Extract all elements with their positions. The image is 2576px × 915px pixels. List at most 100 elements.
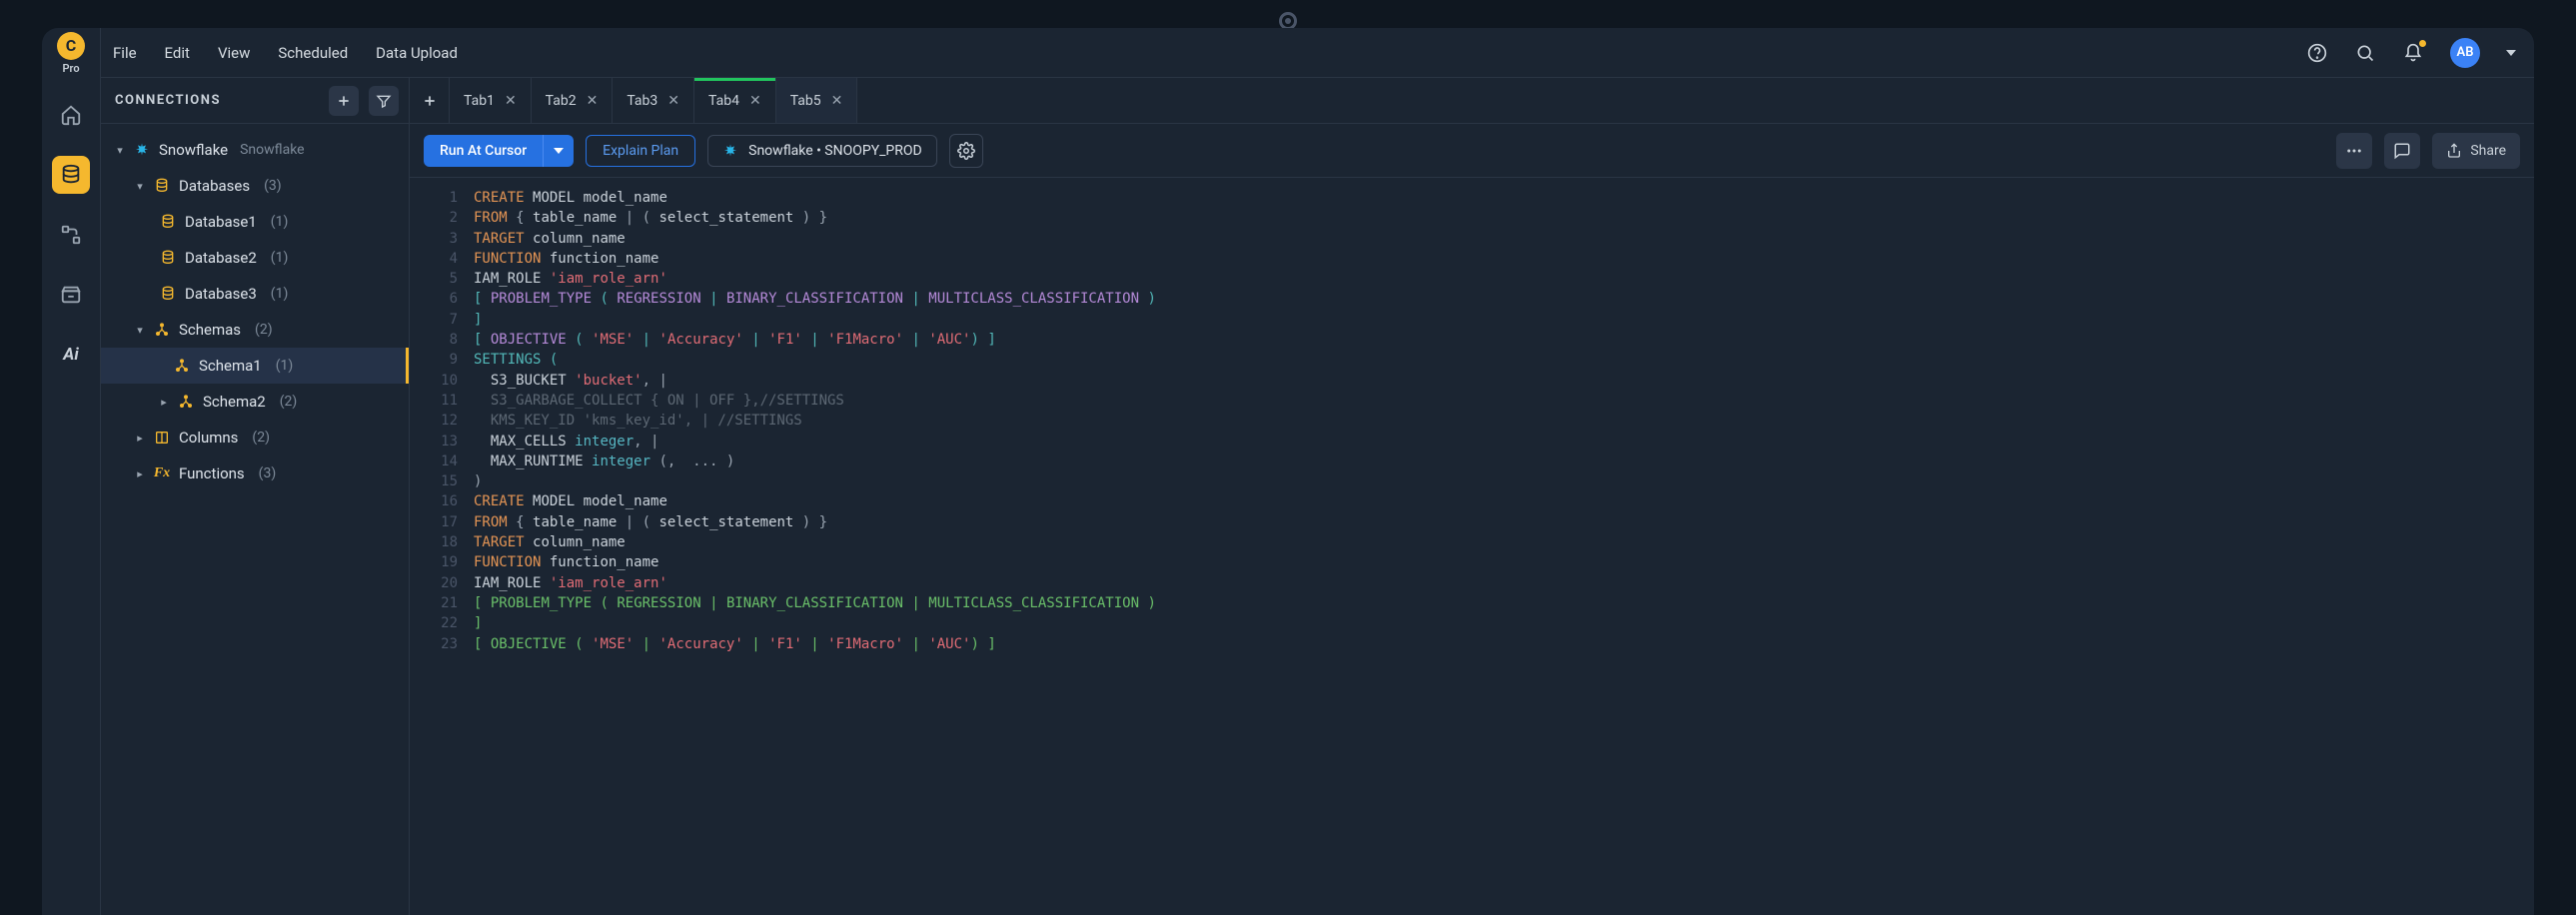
logo-cell: C Pro — [42, 28, 100, 78]
item-count: (1) — [271, 214, 289, 230]
query-settings-button[interactable] — [949, 134, 983, 168]
connections-sidebar: CONNECTIONS ▾ Snowflake — [100, 78, 410, 915]
help-icon[interactable] — [2306, 42, 2328, 64]
share-label: Share — [2470, 143, 2506, 159]
tree-group-functions[interactable]: ▸ Fx Functions (3) — [101, 456, 409, 491]
menu-file[interactable]: File — [113, 44, 137, 62]
tab-label: Tab1 — [464, 93, 495, 109]
close-icon[interactable]: ✕ — [667, 93, 679, 109]
run-at-cursor-button[interactable]: Run At Cursor — [424, 135, 543, 167]
tree-item-database2[interactable]: Database2 (1) — [101, 240, 409, 276]
functions-icon: Fx — [153, 464, 171, 482]
chevron-down-icon: ▾ — [135, 324, 145, 337]
menu-view[interactable]: View — [218, 44, 250, 62]
user-avatar[interactable]: AB — [2450, 38, 2480, 68]
connection-tree: ▾ Snowflake Snowflake ▾ Databases (3) — [101, 124, 409, 915]
sidebar-header: CONNECTIONS — [101, 78, 409, 124]
tab-label: Tab5 — [790, 93, 821, 109]
toolbar-right: Share — [2336, 133, 2520, 169]
top-bar: C Pro File Edit View Scheduled Data Uplo… — [42, 28, 2534, 78]
tab-5[interactable]: Tab5 ✕ — [776, 78, 858, 123]
tree-group-schemas[interactable]: ▾ Schemas (2) — [101, 312, 409, 348]
rail-pipelines[interactable] — [52, 216, 90, 254]
run-dropdown-button[interactable] — [543, 135, 574, 167]
menu-edit[interactable]: Edit — [165, 44, 190, 62]
menu-scheduled[interactable]: Scheduled — [278, 44, 348, 62]
close-icon[interactable]: ✕ — [587, 93, 599, 109]
tab-strip: Tab1 ✕ Tab2 ✕ Tab3 ✕ Tab4 ✕ Tab5 ✕ — [410, 78, 2534, 124]
item-label: Schema1 — [199, 357, 262, 375]
tree-item-schema1[interactable]: Schema1 (1) — [101, 348, 409, 384]
schema-icon — [177, 393, 195, 411]
add-connection-button[interactable] — [329, 86, 359, 116]
close-icon[interactable]: ✕ — [831, 93, 843, 109]
code-editor[interactable]: 1CREATE MODEL model_name 2FROM { table_n… — [410, 178, 2534, 915]
rail-home[interactable] — [52, 96, 90, 134]
snowflake-icon — [722, 143, 738, 159]
schema-icon — [173, 357, 191, 375]
group-label: Functions — [179, 464, 245, 482]
more-actions-button[interactable] — [2336, 133, 2372, 169]
group-label: Schemas — [179, 321, 241, 339]
new-tab-button[interactable] — [410, 78, 450, 123]
tab-3[interactable]: Tab3 ✕ — [613, 78, 694, 123]
tab-1[interactable]: Tab1 ✕ — [450, 78, 532, 123]
tab-2[interactable]: Tab2 ✕ — [532, 78, 614, 123]
database-icon — [159, 213, 177, 231]
tree-group-columns[interactable]: ▸ Columns (2) — [101, 420, 409, 456]
group-label: Databases — [179, 177, 250, 195]
chevron-right-icon: ▸ — [159, 396, 169, 409]
menu-bar: File Edit View Scheduled Data Upload AB — [100, 28, 2534, 78]
tree-item-database1[interactable]: Database1 (1) — [101, 204, 409, 240]
sidebar-title: CONNECTIONS — [115, 93, 221, 108]
comments-button[interactable] — [2384, 133, 2420, 169]
tab-label: Tab3 — [627, 93, 657, 109]
tab-4[interactable]: Tab4 ✕ — [694, 78, 776, 123]
item-count: (1) — [271, 250, 289, 266]
app-logo-icon: C — [57, 32, 85, 60]
tree-group-databases[interactable]: ▾ Databases (3) — [101, 168, 409, 204]
editor-toolbar: Run At Cursor Explain Plan Snowflake • S… — [410, 124, 2534, 178]
chevron-down-icon: ▾ — [135, 180, 145, 193]
notifications-icon[interactable] — [2402, 42, 2424, 64]
tab-label: Tab4 — [708, 93, 739, 109]
group-count: (3) — [264, 178, 282, 194]
chevron-right-icon: ▸ — [135, 432, 145, 445]
snowflake-icon — [133, 141, 151, 159]
item-count: (1) — [271, 286, 289, 302]
menu-data-upload[interactable]: Data Upload — [376, 44, 458, 62]
tree-item-database3[interactable]: Database3 (1) — [101, 276, 409, 312]
search-icon[interactable] — [2354, 42, 2376, 64]
group-count: (2) — [255, 322, 273, 338]
rail-ai[interactable]: Ai — [52, 336, 90, 374]
tab-label: Tab2 — [546, 93, 577, 109]
tree-item-schema2[interactable]: ▸ Schema2 (2) — [101, 384, 409, 420]
rail-storage[interactable] — [52, 276, 90, 314]
run-button-group: Run At Cursor — [424, 135, 574, 167]
group-count: (2) — [252, 430, 270, 446]
item-label: Database3 — [185, 285, 257, 303]
item-label: Database1 — [185, 213, 257, 231]
connection-chip[interactable]: Snowflake • SNOOPY_PROD — [707, 135, 937, 167]
schema-icon — [153, 321, 171, 339]
rail-database[interactable] — [52, 156, 90, 194]
chevron-down-icon: ▾ — [115, 144, 125, 157]
header-actions: AB — [2306, 38, 2534, 68]
explain-plan-button[interactable]: Explain Plan — [586, 135, 695, 167]
item-count: (1) — [276, 358, 294, 374]
close-icon[interactable]: ✕ — [505, 93, 517, 109]
left-rail: Ai — [42, 78, 100, 915]
database-icon — [153, 177, 171, 195]
editor-area: Tab1 ✕ Tab2 ✕ Tab3 ✕ Tab4 ✕ Tab5 ✕ Run At Cur… — [410, 78, 2534, 915]
tree-connection-snowflake[interactable]: ▾ Snowflake Snowflake — [101, 132, 409, 168]
app-frame: C Pro File Edit View Scheduled Data Uplo… — [42, 28, 2534, 915]
connection-chip-label: Snowflake • SNOOPY_PROD — [748, 143, 922, 159]
database-icon — [159, 285, 177, 303]
close-icon[interactable]: ✕ — [749, 93, 761, 109]
share-button[interactable]: Share — [2432, 133, 2520, 169]
columns-icon — [153, 429, 171, 447]
connection-type: Snowflake — [240, 142, 305, 158]
item-count: (2) — [280, 394, 298, 410]
filter-button[interactable] — [369, 86, 399, 116]
user-menu-caret-icon[interactable] — [2506, 50, 2516, 56]
